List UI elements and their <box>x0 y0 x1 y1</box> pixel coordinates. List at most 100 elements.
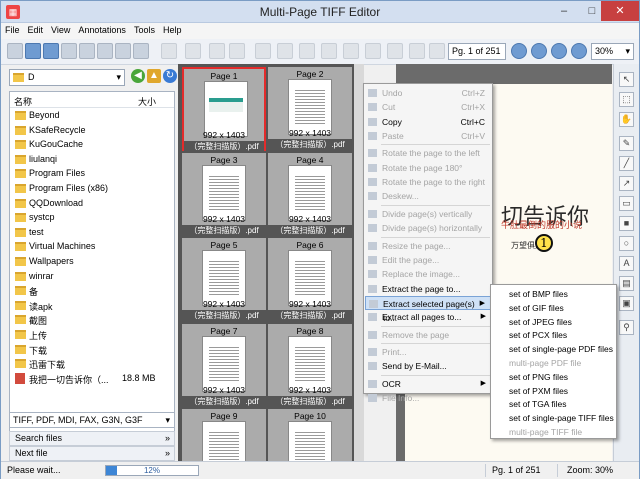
submenu-item[interactable]: set of BMP files <box>509 288 568 301</box>
select-rect-icon[interactable]: ⬚ <box>619 92 634 107</box>
new-icon[interactable] <box>7 43 23 59</box>
page-thumbnail[interactable]: Page 7 992 x 1403 （完整扫描版）.pdf <box>182 323 266 408</box>
context-menu-item[interactable]: Send by E-Mail... <box>365 359 491 373</box>
search-files-button[interactable]: Search files » <box>9 431 175 446</box>
ellipse-icon[interactable]: ○ <box>619 236 634 251</box>
prev-page-icon[interactable] <box>429 43 445 59</box>
open-folder-icon[interactable] <box>25 43 41 59</box>
rotate-left-icon[interactable] <box>209 43 225 59</box>
zoom-actual-icon[interactable] <box>551 43 567 59</box>
menu-edit[interactable]: Edit <box>24 23 48 37</box>
page-thumbnail[interactable]: Page 9992 x 1403（完整扫描版）.pdf <box>182 409 266 461</box>
list-item[interactable]: 我把一切告诉你（... 18.8 MB <box>10 371 174 386</box>
context-menu-item[interactable]: Copy Ctrl+C <box>365 115 491 129</box>
move-page-down-icon[interactable] <box>343 43 359 59</box>
minimize-button[interactable]: – <box>551 1 577 21</box>
pointer-icon[interactable]: ↖ <box>619 72 634 87</box>
page-thumbnail[interactable]: Page 2 992 x 1403 （完整扫描版）.pdf <box>268 67 352 151</box>
list-item[interactable]: Program Files <box>10 166 174 181</box>
note-icon[interactable]: ▤ <box>619 276 634 291</box>
column-name[interactable]: 名称 <box>14 95 32 108</box>
file-list[interactable]: 名称 大小 Beyond KSafeRecycle KuGouCache liulan… <box>9 91 175 451</box>
copy-icon[interactable] <box>97 43 113 59</box>
list-item[interactable]: liulanqi <box>10 152 174 167</box>
page-thumbnail[interactable]: Page 3 992 x 1403 （完整扫描版）.pdf <box>182 152 266 237</box>
first-page-icon[interactable] <box>409 43 425 59</box>
page-thumbnail[interactable]: Page 4 992 x 1403 （完整扫描版）.pdf <box>268 152 352 237</box>
edit-icon[interactable] <box>387 43 403 59</box>
scan-icon[interactable] <box>161 43 177 59</box>
list-item[interactable]: test <box>10 225 174 240</box>
print-icon[interactable] <box>185 43 201 59</box>
paste-icon[interactable] <box>115 43 131 59</box>
save-icon[interactable] <box>43 43 59 59</box>
list-item[interactable]: 读apk <box>10 298 174 313</box>
menu-tools[interactable]: Tools <box>130 23 159 37</box>
filled-rect-icon[interactable]: ■ <box>619 216 634 231</box>
drive-select[interactable]: D ▾ <box>9 69 125 86</box>
move-page-icon[interactable] <box>321 43 337 59</box>
context-menu-item[interactable]: Extract the page to... <box>365 282 491 296</box>
text-icon[interactable]: A <box>619 256 634 271</box>
page-thumbnail[interactable]: Page 6 992 x 1403 （完整扫描版）.pdf <box>268 238 352 322</box>
list-item[interactable]: 上传 <box>10 327 174 342</box>
page-thumbnail[interactable]: Page 5 992 x 1403 （完整扫描版）.pdf <box>182 238 266 322</box>
context-menu-item[interactable]: OCR ▶ <box>365 377 491 391</box>
context-menu-item[interactable]: Extract all pages to... ▶ <box>365 310 491 324</box>
column-size[interactable]: 大小 <box>138 95 156 108</box>
next-file-button[interactable]: Next file » <box>9 446 175 461</box>
list-item[interactable]: 迅雷下载 <box>10 356 174 371</box>
zoom-out-icon[interactable] <box>511 43 527 59</box>
insert-page-icon[interactable] <box>255 43 271 59</box>
save-as-icon[interactable] <box>61 43 77 59</box>
close-button[interactable]: ✕ <box>601 1 639 21</box>
rotate-right-icon[interactable] <box>229 43 245 59</box>
file-type-filter[interactable]: TIFF, PDF, MDI, FAX, G3N, G3F ▾ <box>9 412 175 428</box>
refresh-icon[interactable]: ↻ <box>163 69 177 83</box>
submenu-item[interactable]: set of TGA files <box>509 398 566 411</box>
zoom-in-icon[interactable] <box>531 43 547 59</box>
arrow-line-icon[interactable]: ↗ <box>619 176 634 191</box>
list-item[interactable]: Virtual Machines <box>10 239 174 254</box>
add-page-icon[interactable] <box>277 43 293 59</box>
pen-icon[interactable]: ✎ <box>619 136 634 151</box>
page-thumbnail[interactable]: Page 8 992 x 1403 （完整扫描版）.pdf <box>268 323 352 408</box>
folder-up-icon[interactable]: ▲ <box>147 69 161 83</box>
submenu-item[interactable]: set of PCX files <box>509 329 567 342</box>
list-item[interactable]: 下载 <box>10 342 174 357</box>
undo-icon[interactable] <box>133 43 149 59</box>
back-arrow-icon[interactable]: ◀ <box>131 69 145 83</box>
stamp-icon[interactable]: ⚲ <box>619 320 634 335</box>
line-icon[interactable]: ╱ <box>619 156 634 171</box>
submenu-item[interactable]: set of JPEG files <box>509 316 572 329</box>
submenu-item[interactable]: set of PXM files <box>509 385 568 398</box>
page-thumbnail[interactable]: Page 10992 x 1403（完整扫描版）.pdf <box>268 409 352 461</box>
image-icon[interactable]: ▣ <box>619 296 634 311</box>
crop-icon[interactable] <box>365 43 381 59</box>
zoom-fit-icon[interactable] <box>571 43 587 59</box>
list-item[interactable]: winrar <box>10 269 174 284</box>
page-indicator[interactable]: Pg. 1 of 251 <box>448 43 506 60</box>
submenu-item[interactable]: set of GIF files <box>509 302 564 315</box>
submenu-item[interactable]: set of single-page TIFF files <box>509 412 614 425</box>
menu-annotations[interactable]: Annotations <box>74 23 130 37</box>
list-item[interactable]: QQDownload <box>10 196 174 211</box>
submenu-item[interactable]: set of PNG files <box>509 371 568 384</box>
list-item[interactable]: Program Files (x86) <box>10 181 174 196</box>
menu-help[interactable]: Help <box>159 23 186 37</box>
list-item[interactable]: Beyond <box>10 108 174 123</box>
menu-view[interactable]: View <box>47 23 74 37</box>
list-item[interactable]: 截图 <box>10 312 174 327</box>
list-item[interactable]: systcp <box>10 210 174 225</box>
rectangle-icon[interactable]: ▭ <box>619 196 634 211</box>
list-item[interactable]: Wallpapers <box>10 254 174 269</box>
list-item[interactable]: 备 <box>10 283 174 298</box>
cut-icon[interactable] <box>79 43 95 59</box>
page-thumbnail[interactable]: Page 1 992 x 1403 （完整扫描版）.pdf <box>182 67 266 153</box>
zoom-select[interactable]: 30% ▾ <box>591 43 634 60</box>
list-item[interactable]: KuGouCache <box>10 137 174 152</box>
delete-page-icon[interactable] <box>299 43 315 59</box>
list-item[interactable]: KSafeRecycle <box>10 123 174 138</box>
context-menu-item[interactable]: Extract selected page(s) to... ▶ <box>365 295 491 323</box>
hand-icon[interactable]: ✋ <box>619 112 634 127</box>
